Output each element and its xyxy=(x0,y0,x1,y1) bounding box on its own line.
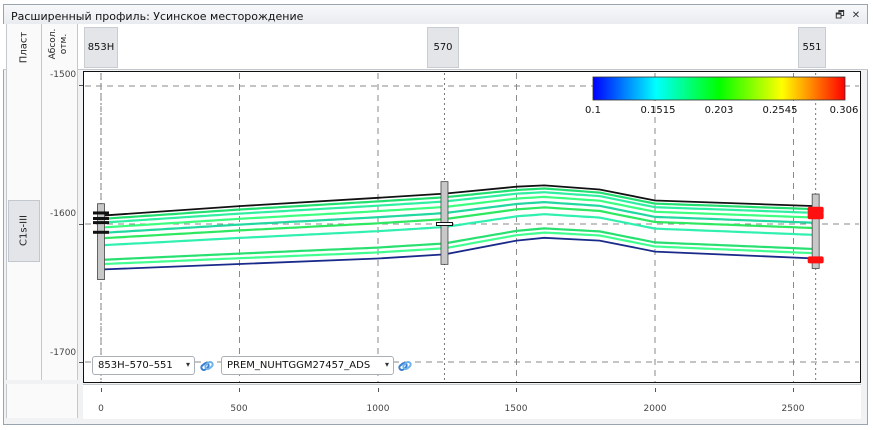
legend-label: 0.306 xyxy=(829,105,859,116)
perforation-marker xyxy=(93,211,109,215)
perforation-marker xyxy=(93,221,109,225)
property-select[interactable]: PREM_NUHTGGM27457_ADS ▾ xyxy=(221,356,394,375)
chevron-down-icon: ▾ xyxy=(384,360,389,369)
legend-label: 0.1 xyxy=(585,105,601,116)
x-tick-label: 0 xyxy=(98,404,104,414)
x-tick-label: 2000 xyxy=(643,404,667,414)
bottom-surface-line xyxy=(100,236,816,271)
x-tick-mark xyxy=(793,388,794,392)
profile-select-value: 853Н–570–551 xyxy=(98,360,173,371)
property-select-value: PREM_NUHTGGM27457_ADS xyxy=(227,360,371,371)
property-band-line xyxy=(100,231,816,266)
perforation-marker xyxy=(807,212,824,220)
x-axis-band xyxy=(83,384,861,419)
perforation-marker xyxy=(93,216,109,220)
link-icon[interactable] xyxy=(397,358,413,374)
bottom-left-strip xyxy=(6,384,78,418)
well-column xyxy=(97,203,105,280)
x-tick-mark xyxy=(516,388,517,392)
legend-label: 0.2545 xyxy=(762,105,798,116)
x-tick-label: 1500 xyxy=(504,404,528,414)
chevron-down-icon: ▾ xyxy=(185,360,190,369)
legend-colorbar xyxy=(592,76,846,101)
perforation-marker xyxy=(807,256,824,264)
legend-label: 0.1515 xyxy=(640,105,676,116)
link-icon[interactable] xyxy=(199,358,215,374)
x-tick-label: 500 xyxy=(230,404,248,414)
perforation-marker xyxy=(435,222,453,226)
x-tick-mark xyxy=(378,388,379,392)
x-tick-mark xyxy=(655,388,656,392)
legend-label: 0.203 xyxy=(704,105,734,116)
x-tick-mark xyxy=(239,388,240,392)
x-tick-label: 1000 xyxy=(366,404,390,414)
x-tick-mark xyxy=(101,388,102,392)
profile-select[interactable]: 853Н–570–551 ▾ xyxy=(92,356,195,375)
perforation-marker xyxy=(93,230,109,234)
x-tick-label: 2500 xyxy=(781,404,805,414)
